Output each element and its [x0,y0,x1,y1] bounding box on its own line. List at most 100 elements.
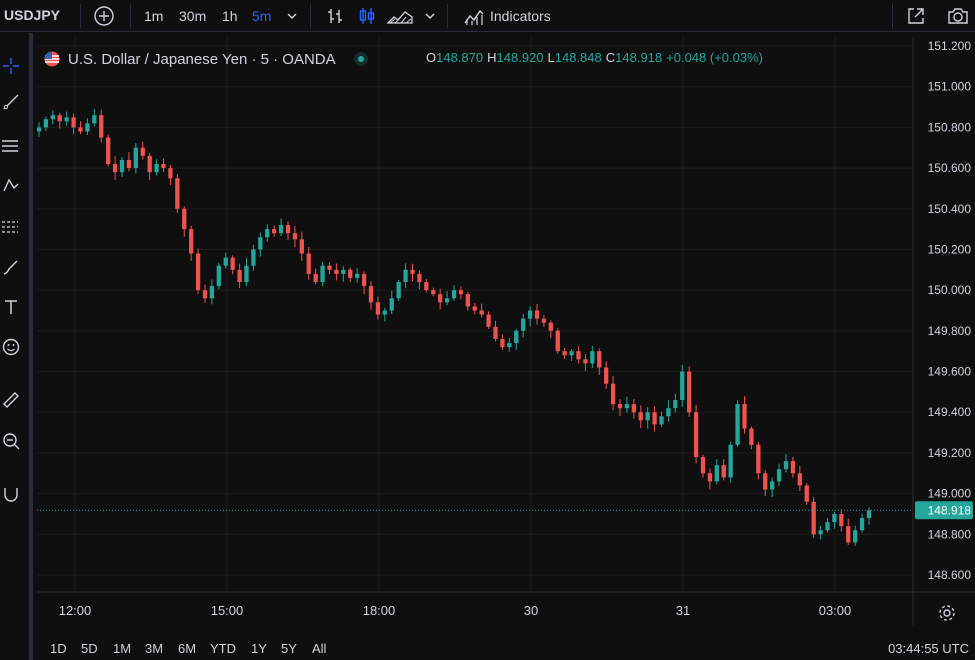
zoom-icon[interactable] [0,430,22,452]
legend-title[interactable]: U.S. Dollar / Japanese Yen · 5 · OANDA [68,51,336,68]
external-link-icon[interactable] [904,5,928,27]
divider [130,4,131,28]
market-open-status-icon [353,52,368,66]
indicators-button[interactable]: Indicators [490,5,551,27]
candle-body [631,404,636,413]
candle-body [327,265,332,270]
candle-body [341,269,346,274]
timeframe-1d-button[interactable]: 1D [50,641,67,656]
low-value: 148.848 [554,50,602,65]
time-tick-label: 31 [676,603,690,618]
candle-body [555,330,560,352]
candle-body [818,530,823,535]
candle-body [721,465,726,478]
timeframe-6m-button[interactable]: 6M [178,641,196,656]
price-chart[interactable]: 151.200 151.000 150.800 150.600 150.400 150.2… [37,37,975,625]
time-tick-label: 18:00 [363,603,396,618]
chevron-down-icon[interactable] [285,5,299,27]
candle-body [410,269,415,274]
candle-body [57,115,62,122]
crosshair-icon[interactable] [0,55,22,77]
candle-body [251,249,256,266]
pattern-tool-icon[interactable] [0,175,22,197]
timeframe-1m-button[interactable]: 1M [113,641,131,656]
candle-body [168,168,173,179]
divider [80,4,81,28]
timeframe-ytd-button[interactable]: YTD [210,641,236,656]
candle-body [417,273,422,283]
candle-body [714,465,719,482]
high-value: 148.920 [496,50,544,65]
magnet-icon[interactable] [0,483,22,505]
utc-clock[interactable]: 03:44:55 UTC [888,641,969,656]
interval-1m-button[interactable]: 1m [144,5,163,27]
symbol-search-button[interactable]: USDJPY [4,7,60,23]
candle-body [334,269,339,274]
chart-legend: U.S. Dollar / Japanese Yen · 5 · OANDA [44,49,368,69]
candle-body [375,302,381,315]
close-label: C [605,50,616,65]
candle-body [666,408,671,417]
candle-body [438,294,443,303]
candle-body [272,229,277,234]
candle-body [431,290,436,295]
timeframe-all-button[interactable]: All [312,641,326,656]
emoji-icon[interactable] [0,336,22,358]
candle-body [839,513,844,527]
fib-retracement-icon[interactable] [0,135,22,157]
timeframe-bar: 1D 5D 1M 3M 6M YTD 1Y 5Y All 03:44:55 UT… [37,637,975,660]
trend-line-icon[interactable] [0,91,22,113]
indicators-icon[interactable] [462,5,486,27]
timeframe-5d-button[interactable]: 5D [81,641,98,656]
ruler-icon[interactable] [0,389,22,411]
price-tick-label: 148.800 [928,527,972,541]
candle-body [258,237,263,250]
candle-body [770,481,775,490]
timeframe-3m-button[interactable]: 3M [145,641,163,656]
candle-body [396,282,401,299]
candle-body [161,164,166,169]
candle-body [680,371,685,401]
candle-body [64,117,69,122]
camera-icon[interactable] [945,5,971,27]
forecast-tool-icon[interactable] [0,216,22,238]
price-tick-label: 150.000 [928,283,972,297]
chart-settings-gear-icon[interactable] [938,604,956,622]
price-tick-label: 149.800 [928,324,972,338]
timeframe-1y-button[interactable]: 1Y [251,641,267,656]
interval-5m-button[interactable]: 5m [252,5,271,27]
candle-body [783,461,789,470]
interval-1h-button[interactable]: 1h [222,5,238,27]
candle-body [597,351,602,368]
compare-add-icon[interactable] [92,5,116,27]
candle-body [811,501,816,535]
price-tick-label: 150.800 [928,120,972,134]
candle-body [659,416,664,425]
candle-body [832,513,837,523]
interval-30m-button[interactable]: 30m [179,5,206,27]
candle-body [368,286,374,303]
candle-body [355,273,360,278]
divider [892,4,893,28]
candle-body [514,330,519,344]
candle-body [866,510,872,519]
candle-body [92,115,97,124]
candle-body [693,412,699,457]
candle-body [576,351,581,360]
candle-body [175,178,180,209]
price-tick-label: 150.200 [928,242,972,256]
brush-icon[interactable] [0,256,22,278]
candles-chart-type-icon[interactable] [356,5,378,27]
text-tool-icon[interactable] [0,296,22,318]
time-tick-label: 30 [524,603,538,618]
chevron-down-icon[interactable] [423,5,437,27]
timeframe-5y-button[interactable]: 5Y [281,641,297,656]
candle-body [465,294,470,307]
candle-body [278,225,284,234]
bar-chart-type-icon[interactable] [324,5,346,27]
area-chart-type-icon[interactable] [386,5,414,27]
price-tick-label: 151.200 [928,39,972,53]
candle-body [541,318,547,323]
candle-body [43,119,49,128]
candle-body [444,298,450,303]
